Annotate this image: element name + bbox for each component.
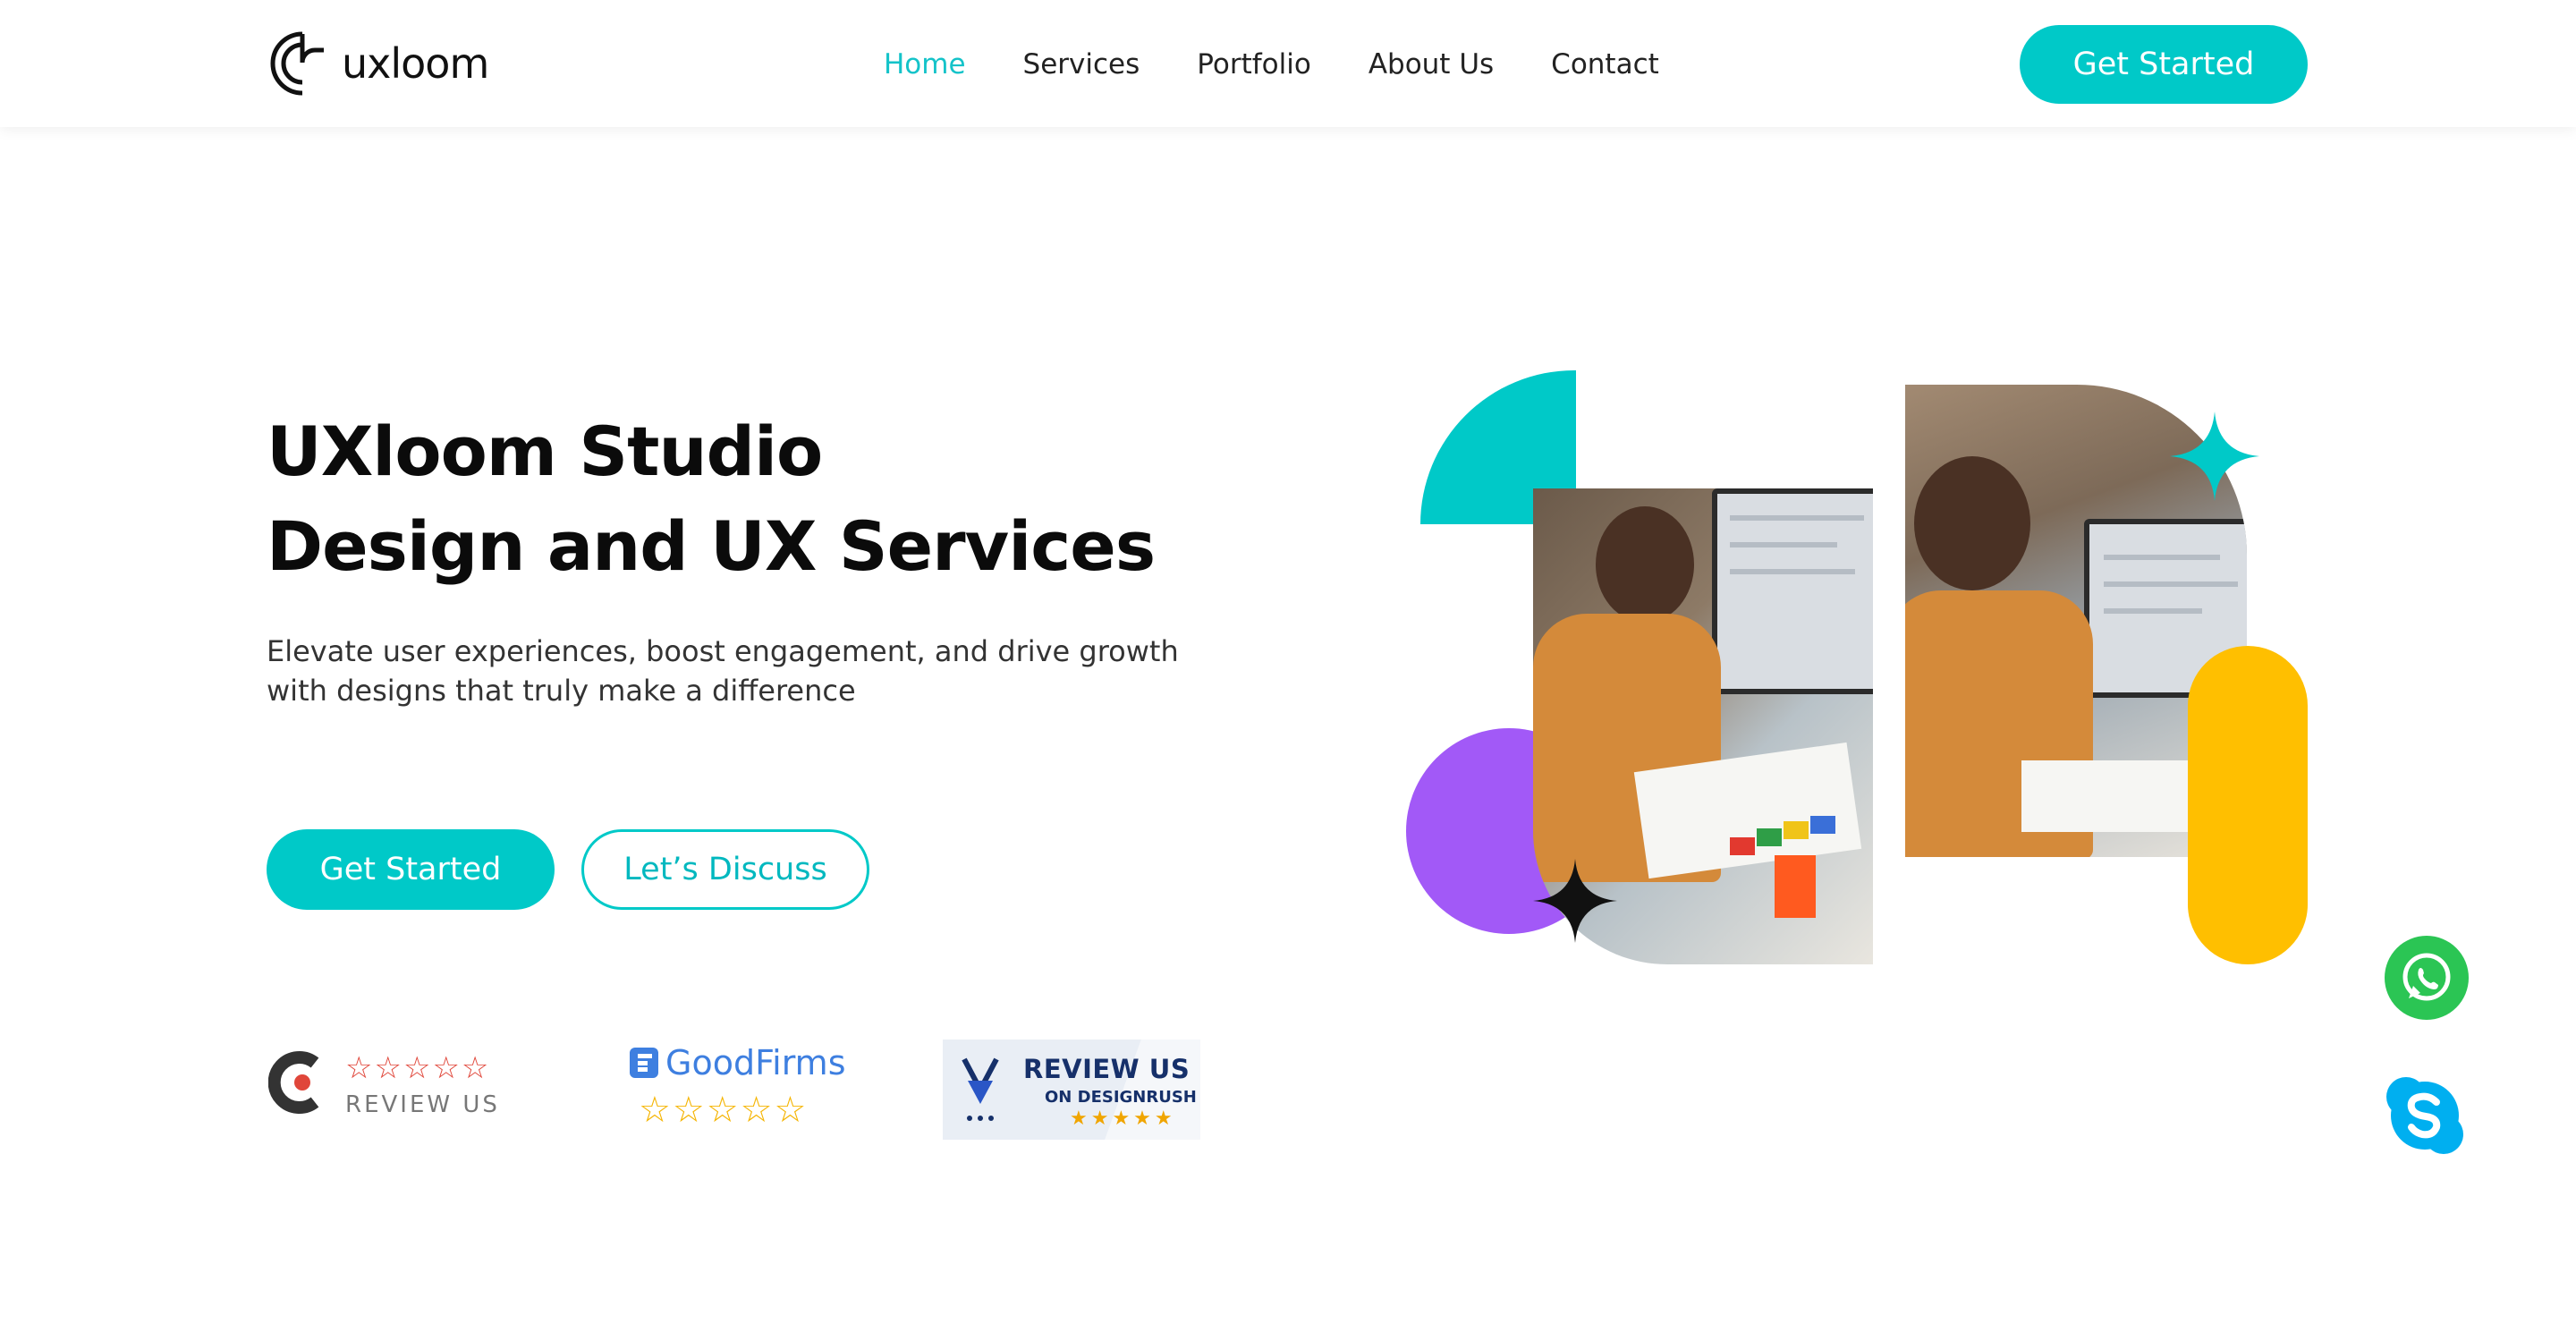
whatsapp-glyph-icon bbox=[2402, 953, 2451, 1001]
skype-glyph-icon bbox=[2386, 1077, 2463, 1154]
designrush-review-badge[interactable]: REVIEW US ON DESIGNRUSH ★★★★★ bbox=[943, 1040, 1200, 1140]
brand-name: uxloom bbox=[342, 39, 489, 88]
black-sparkle-icon bbox=[1533, 859, 1617, 943]
designrush-title: REVIEW US bbox=[1023, 1054, 1191, 1084]
hero-subtitle: Elevate user experiences, boost engageme… bbox=[267, 632, 1250, 710]
nav-about-us[interactable]: About Us bbox=[1368, 41, 1494, 88]
hero-subtitle-line2: with designs that truly make a differenc… bbox=[267, 674, 856, 708]
nav-portfolio[interactable]: Portfolio bbox=[1197, 41, 1311, 88]
nav-home[interactable]: Home bbox=[884, 41, 966, 88]
teal-sparkle-icon bbox=[2170, 412, 2259, 501]
nav-contact[interactable]: Contact bbox=[1551, 41, 1659, 88]
photo2-person-head bbox=[1914, 456, 2030, 590]
hero-illustration bbox=[1395, 358, 2343, 984]
uxloom-logo-icon bbox=[270, 31, 324, 96]
hero-title: UXloom Studio Design and UX Services bbox=[267, 404, 1156, 594]
clutch-review-badge[interactable]: ☆☆☆☆☆ REVIEW US bbox=[268, 1047, 501, 1127]
designrush-shield-icon bbox=[962, 1057, 999, 1121]
goodfirms-stars: ☆☆☆☆☆ bbox=[639, 1090, 809, 1131]
goodfirms-name: GoodFirms bbox=[665, 1043, 846, 1082]
hero-subtitle-line1: Elevate user experiences, boost engageme… bbox=[267, 634, 1179, 668]
site-header: uxloom Home Services Portfolio About Us … bbox=[0, 0, 2576, 127]
clutch-logo-icon bbox=[268, 1051, 319, 1114]
photo1-person-head bbox=[1596, 506, 1694, 623]
goodfirms-logo-icon bbox=[630, 1048, 658, 1078]
goodfirms-logo: GoodFirms bbox=[630, 1043, 846, 1082]
designrush-subtitle: ON DESIGNRUSH bbox=[1045, 1088, 1197, 1107]
hero-lets-discuss-button[interactable]: Let’s Discuss bbox=[581, 829, 869, 910]
clutch-stars: ☆☆☆☆☆ bbox=[345, 1050, 491, 1086]
hero-title-line1: UXloom Studio bbox=[267, 412, 823, 491]
header-get-started-button[interactable]: Get Started bbox=[2020, 25, 2308, 104]
yellow-pill-shape bbox=[2188, 646, 2308, 964]
whatsapp-icon[interactable] bbox=[2385, 936, 2469, 1020]
main-nav: Home Services Portfolio About Us Contact bbox=[884, 41, 1716, 88]
brand-logo[interactable]: uxloom bbox=[267, 30, 489, 97]
clutch-review-label: REVIEW US bbox=[345, 1091, 500, 1118]
goodfirms-review-badge[interactable]: GoodFirms ☆☆☆☆☆ bbox=[630, 1043, 846, 1133]
hero-get-started-button[interactable]: Get Started bbox=[267, 829, 555, 910]
nav-services[interactable]: Services bbox=[1023, 41, 1140, 88]
hero-title-line2: Design and UX Services bbox=[267, 506, 1156, 586]
skype-icon[interactable] bbox=[2383, 1074, 2467, 1158]
designrush-stars: ★★★★★ bbox=[1070, 1108, 1176, 1130]
